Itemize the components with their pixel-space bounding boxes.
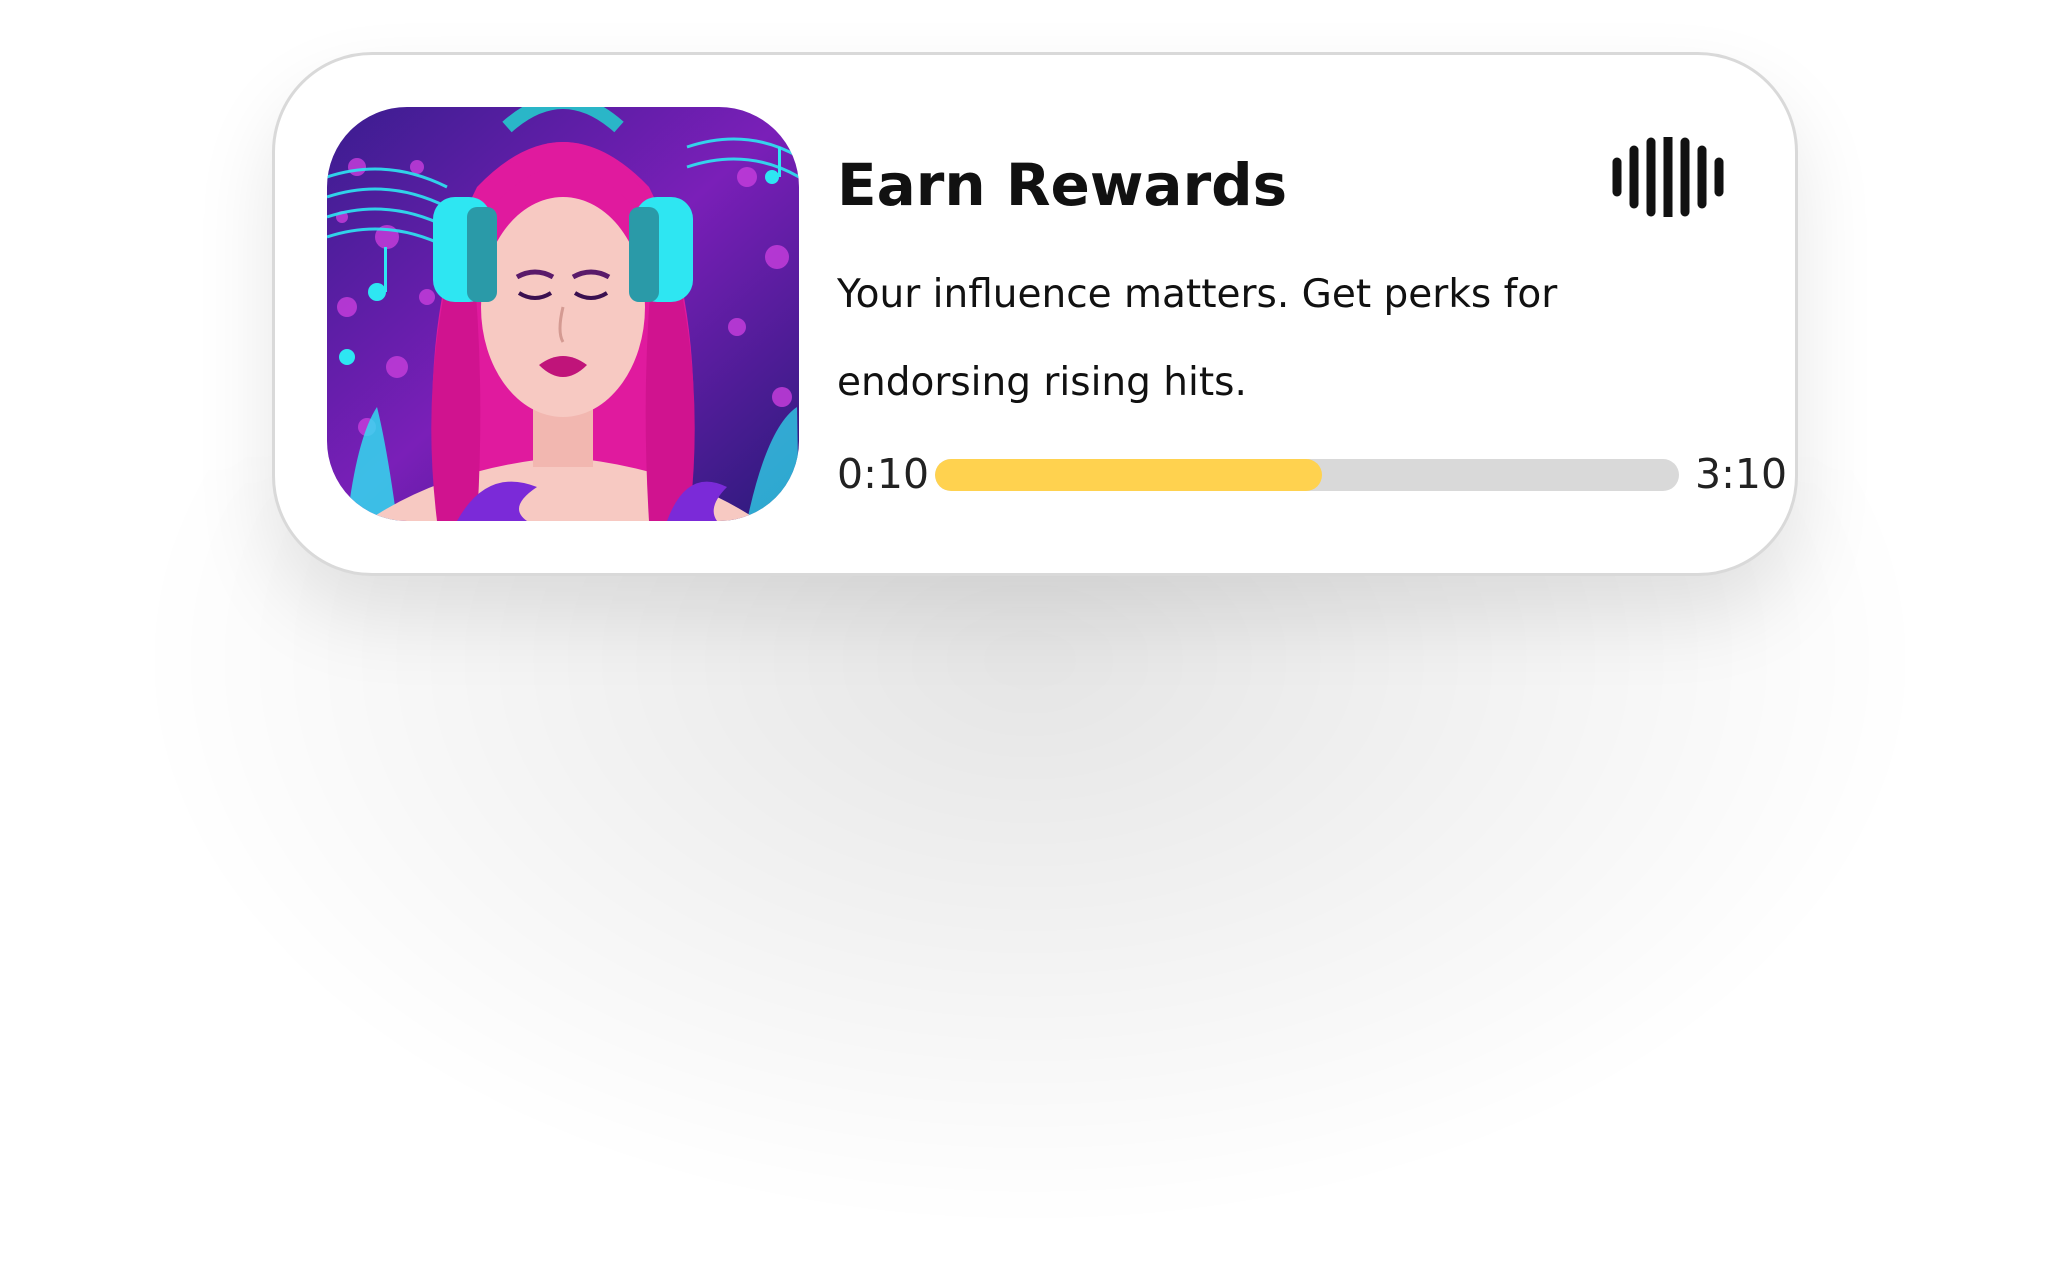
card-title: Earn Rewards [837,151,1288,219]
progress-bar[interactable] [935,459,1679,491]
total-time: 3:10 [1695,450,1788,498]
progress-fill [935,459,1322,491]
card-description: Your influence matters. Get perks for en… [837,272,1558,405]
reward-card[interactable]: Earn Rewards Your influence matters. Get… [272,52,1798,576]
album-artwork [327,107,799,521]
card-shadow [130,470,1930,1230]
audio-wave-icon[interactable] [1611,132,1727,222]
elapsed-time: 0:10 [837,450,930,498]
woman-headphones-illustration [327,107,799,521]
